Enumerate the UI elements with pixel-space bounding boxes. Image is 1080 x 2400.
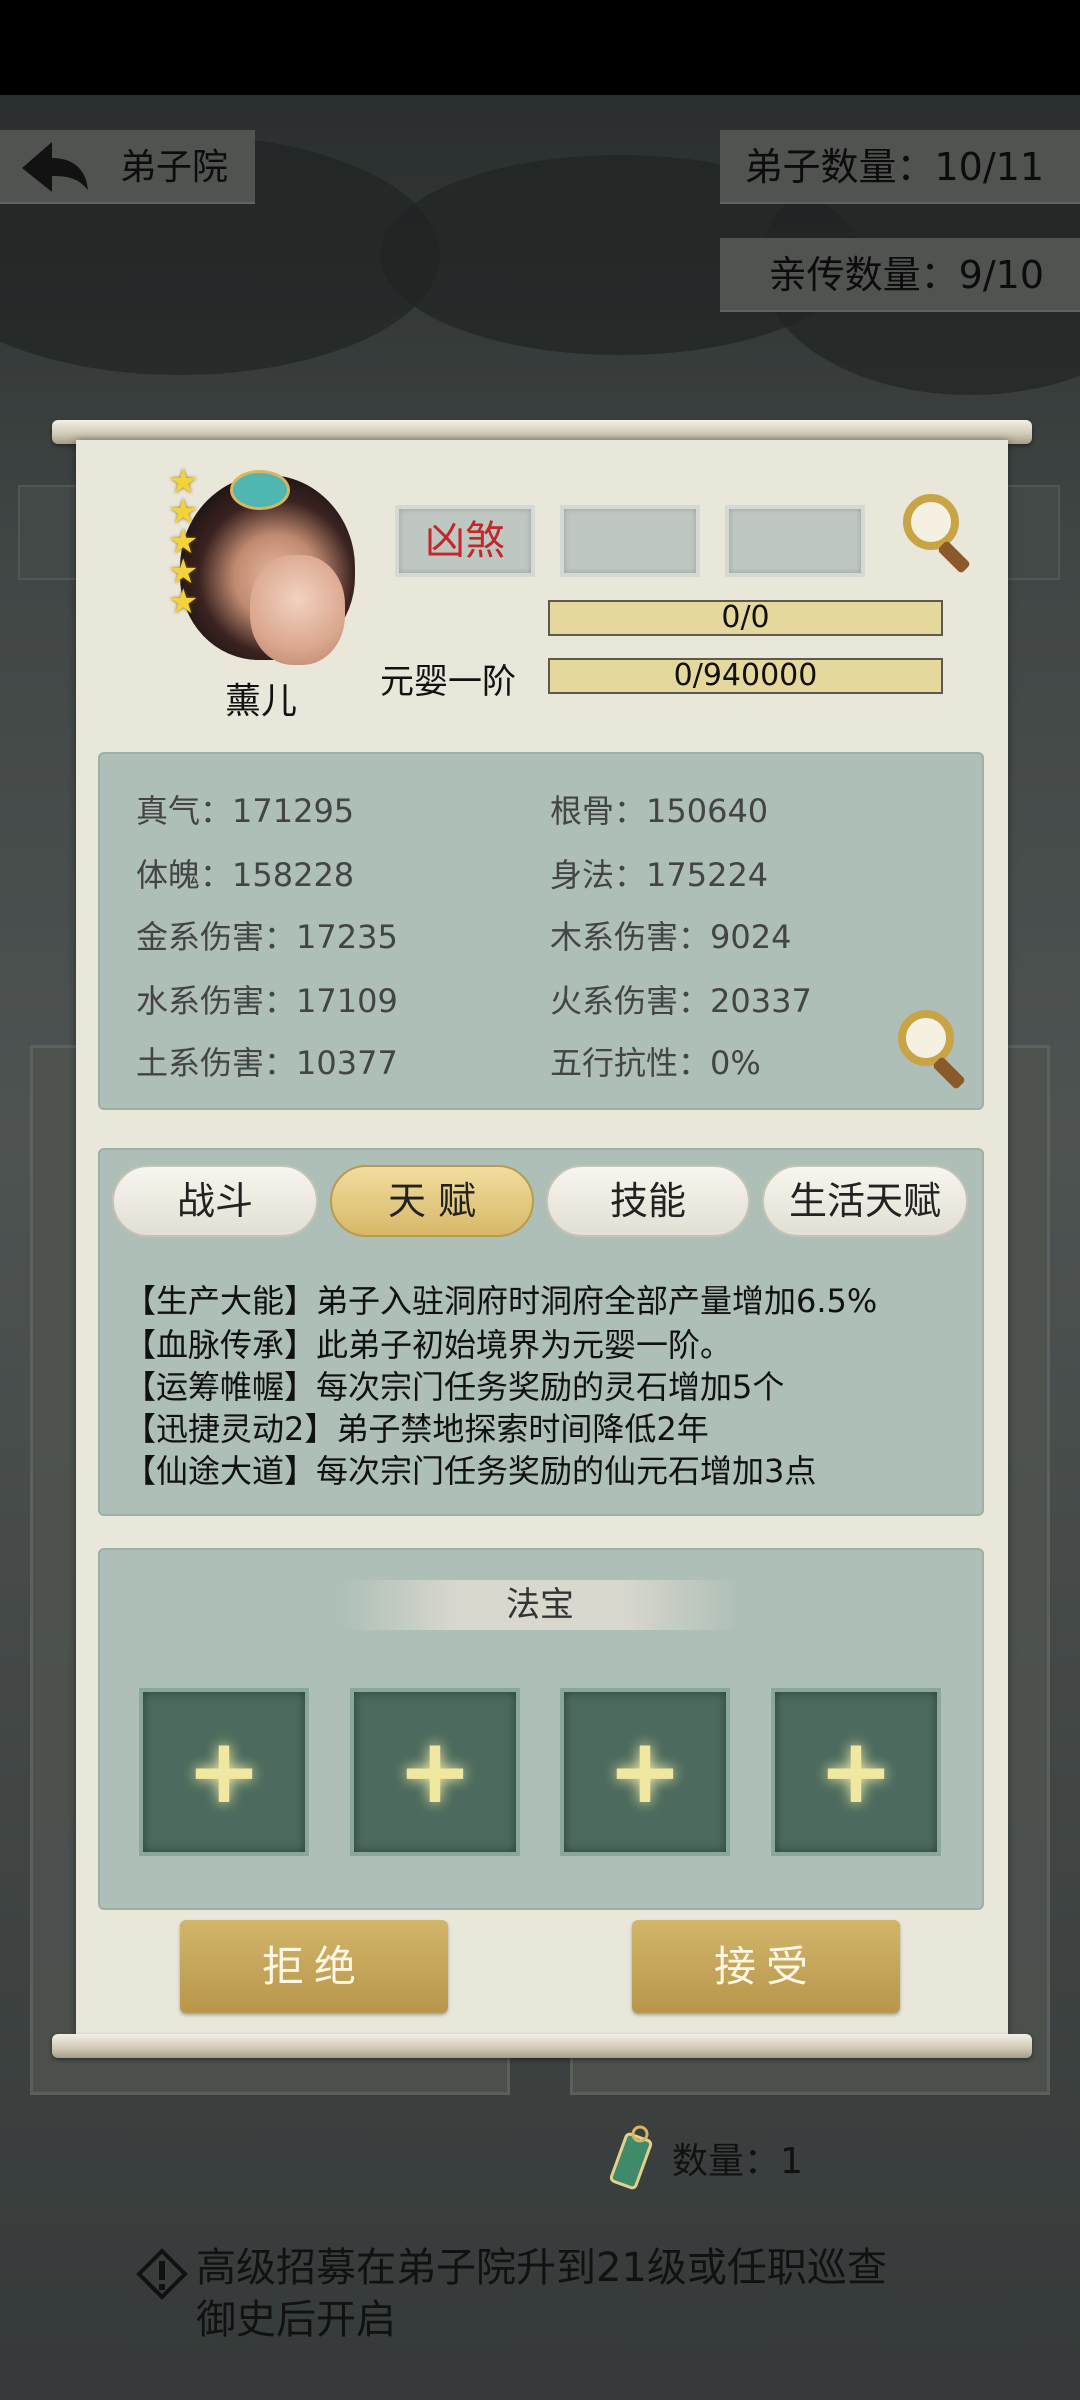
tab-life-talent[interactable]: 生活天赋 — [762, 1165, 968, 1237]
treasure-slot[interactable]: + — [560, 1688, 730, 1856]
tab-talent[interactable]: 天 赋 — [330, 1165, 534, 1237]
recruit-token-icon — [609, 2125, 653, 2190]
progress-bar-1: 0/0 — [548, 600, 943, 636]
tab-battle[interactable]: 战斗 — [112, 1165, 318, 1237]
treasure-title: 法宝 — [340, 1580, 740, 1630]
plus-icon: + — [186, 1719, 262, 1824]
stat-water-damage: 水系伤害：17109 — [136, 982, 398, 1020]
plus-icon: + — [818, 1719, 894, 1824]
magnify-icon[interactable] — [890, 1004, 980, 1094]
treasure-slot[interactable]: + — [350, 1688, 520, 1856]
magnify-icon[interactable] — [895, 488, 985, 578]
trait-tag-2[interactable] — [560, 505, 700, 577]
warning-icon — [136, 2248, 188, 2300]
realm-label: 元婴一阶 — [380, 662, 516, 702]
character-name: 薰儿 — [225, 681, 298, 722]
stat-fire-damage: 火系伤害：20337 — [550, 982, 812, 1020]
treasure-slot[interactable]: + — [771, 1688, 941, 1856]
stat-wood-damage: 木系伤害：9024 — [550, 918, 792, 956]
tab-skill[interactable]: 技能 — [546, 1165, 750, 1237]
plus-icon: + — [397, 1719, 473, 1824]
talent-line: 【血脉传承】此弟子初始境界为元婴一阶。 — [124, 1326, 733, 1364]
treasure-slot[interactable]: + — [139, 1688, 309, 1856]
talent-line: 【仙途大道】每次宗门任务奖励的仙元石增加3点 — [124, 1452, 817, 1490]
talent-line: 【运筹帷幄】每次宗门任务奖励的灵石增加5个 — [124, 1368, 785, 1406]
stat-gengu: 根骨：150640 — [550, 792, 769, 830]
recruit-notice: 高级招募在弟子院升到21级或任职巡查御史后开启 — [196, 2245, 887, 2343]
accept-button[interactable]: 接受 — [632, 1920, 900, 2013]
token-quantity: 数量：1 — [672, 2141, 803, 2182]
scroll-bottom-rod — [52, 2034, 1032, 2058]
stat-metal-damage: 金系伤害：17235 — [136, 918, 398, 956]
cultivation-progress-bar: 0/940000 — [548, 658, 943, 694]
stat-tipo: 体魄：158228 — [136, 856, 355, 894]
talent-line: 【生产大能】弟子入驻洞府时洞府全部产量增加6.5% — [124, 1282, 878, 1320]
stat-zhenqi: 真气：171295 — [136, 792, 355, 830]
talent-line: 【迅捷灵动2】弟子禁地探索时间降低2年 — [124, 1410, 709, 1448]
stat-earth-damage: 土系伤害：10377 — [136, 1044, 398, 1082]
star-icon: ★ — [168, 582, 199, 622]
status-bar — [0, 0, 1080, 95]
character-avatar: ★ ★ ★ ★ ★ — [160, 455, 360, 675]
stat-shenfa: 身法：175224 — [550, 856, 769, 894]
stat-element-resist: 五行抗性：0% — [550, 1044, 761, 1082]
hair-ornament-icon — [230, 470, 290, 510]
reject-button[interactable]: 拒绝 — [180, 1920, 448, 2013]
trait-tag-3[interactable] — [725, 505, 865, 577]
trait-tag-1[interactable]: 凶煞 — [395, 505, 535, 577]
plus-icon: + — [607, 1719, 683, 1824]
